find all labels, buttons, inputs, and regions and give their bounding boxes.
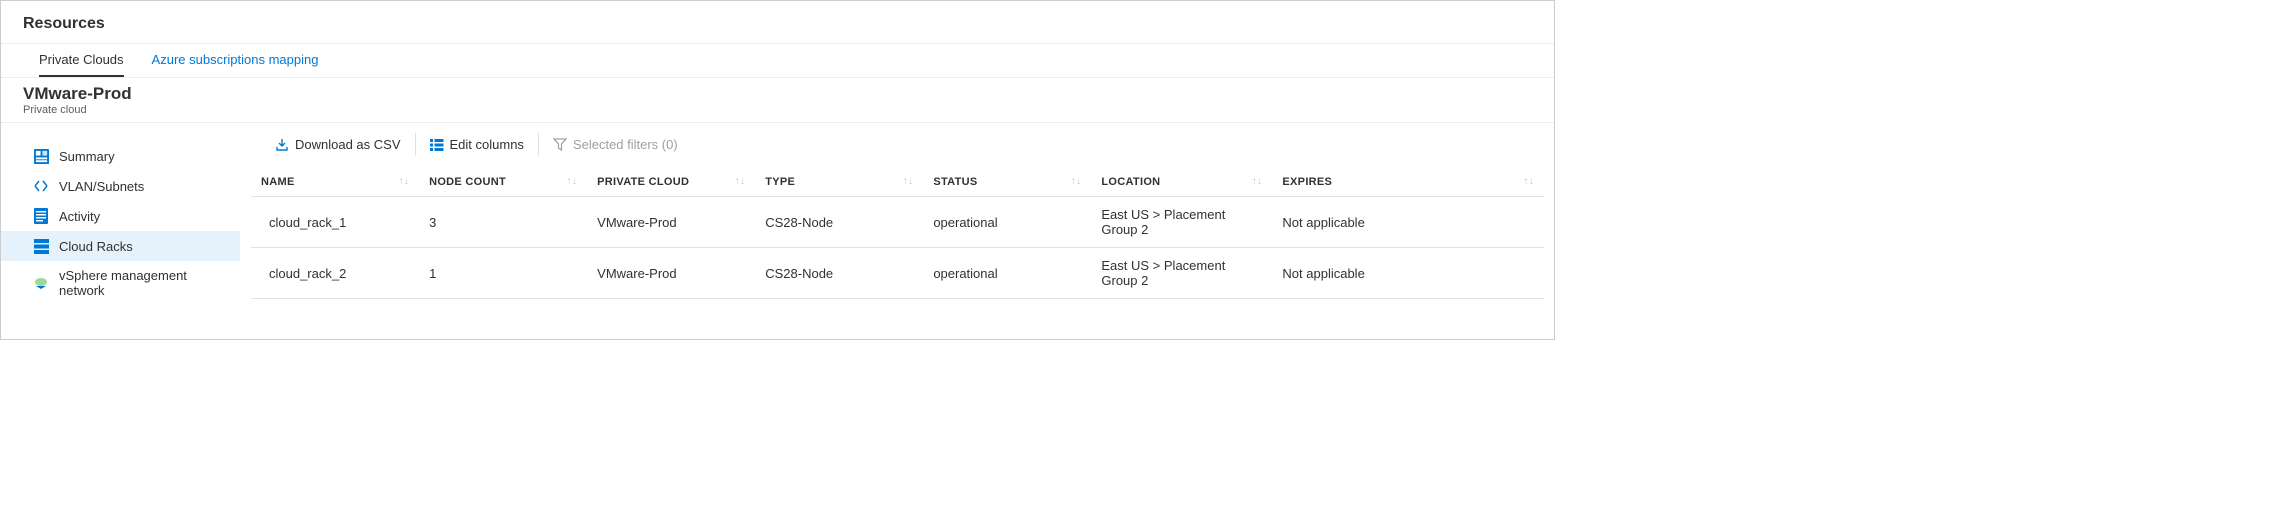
col-status[interactable]: STATUS↑↓ xyxy=(923,168,1091,197)
table-row[interactable]: cloud_rack_2 1 VMware-Prod CS28-Node ope… xyxy=(251,248,1544,299)
sort-icon: ↑↓ xyxy=(735,176,746,187)
toolbar: Download as CSV Edit columns Selected fi… xyxy=(251,123,1544,166)
sort-icon: ↑↓ xyxy=(398,176,409,187)
cell-node-count: 1 xyxy=(419,248,587,299)
vsphere-icon xyxy=(33,275,49,291)
sidebar-item-label: Cloud Racks xyxy=(59,239,133,254)
edit-columns-button[interactable]: Edit columns xyxy=(416,133,539,156)
cell-expires: Not applicable xyxy=(1272,197,1544,248)
sort-icon: ↑↓ xyxy=(1523,176,1534,187)
cell-name: cloud_rack_1 xyxy=(251,197,419,248)
download-icon xyxy=(275,138,289,152)
download-csv-label: Download as CSV xyxy=(295,137,401,152)
cell-node-count: 3 xyxy=(419,197,587,248)
main-content: Download as CSV Edit columns Selected fi… xyxy=(241,123,1554,351)
cell-location: East US > Placement Group 2 xyxy=(1091,197,1272,248)
cell-location: East US > Placement Group 2 xyxy=(1091,248,1272,299)
sort-icon: ↑↓ xyxy=(1252,176,1263,187)
cell-type: CS28-Node xyxy=(755,197,923,248)
page-header: Resources xyxy=(1,1,1554,44)
tab-private-clouds[interactable]: Private Clouds xyxy=(39,44,124,77)
sidebar-item-cloud-racks[interactable]: Cloud Racks xyxy=(1,231,240,261)
resource-name: VMware-Prod xyxy=(23,84,1532,104)
rack-icon xyxy=(33,238,49,254)
sort-icon: ↑↓ xyxy=(1071,176,1082,187)
sidebar-item-label: Summary xyxy=(59,149,115,164)
col-type[interactable]: TYPE↑↓ xyxy=(755,168,923,197)
cell-expires: Not applicable xyxy=(1272,248,1544,299)
col-location[interactable]: LOCATION↑↓ xyxy=(1091,168,1272,197)
sidebar: Summary VLAN/Subnets Activity Cloud Rack… xyxy=(1,123,241,351)
table-row[interactable]: cloud_rack_1 3 VMware-Prod CS28-Node ope… xyxy=(251,197,1544,248)
sort-icon: ↑↓ xyxy=(567,176,578,187)
cell-private-cloud: VMware-Prod xyxy=(587,248,755,299)
network-icon xyxy=(33,178,49,194)
cell-name: cloud_rack_2 xyxy=(251,248,419,299)
sidebar-item-vlan-subnets[interactable]: VLAN/Subnets xyxy=(1,171,240,201)
cell-type: CS28-Node xyxy=(755,248,923,299)
racks-table: NAME↑↓ NODE COUNT↑↓ PRIVATE CLOUD↑↓ TYPE… xyxy=(251,168,1544,299)
download-csv-button[interactable]: Download as CSV xyxy=(261,133,416,156)
col-node-count[interactable]: NODE COUNT↑↓ xyxy=(419,168,587,197)
sort-icon: ↑↓ xyxy=(903,176,914,187)
tab-azure-subscriptions-mapping[interactable]: Azure subscriptions mapping xyxy=(152,44,319,77)
filter-icon xyxy=(553,138,567,151)
selected-filters-button[interactable]: Selected filters (0) xyxy=(539,133,692,156)
sidebar-item-label: Activity xyxy=(59,209,100,224)
sidebar-item-label: VLAN/Subnets xyxy=(59,179,144,194)
col-private-cloud[interactable]: PRIVATE CLOUD↑↓ xyxy=(587,168,755,197)
resource-subtitle: Private cloud xyxy=(23,104,1532,116)
sidebar-item-activity[interactable]: Activity xyxy=(1,201,240,231)
activity-icon xyxy=(33,208,49,224)
sidebar-item-label: vSphere management network xyxy=(59,268,228,298)
columns-icon xyxy=(430,139,444,151)
col-expires[interactable]: EXPIRES↑↓ xyxy=(1272,168,1544,197)
resource-title-block: VMware-Prod Private cloud xyxy=(1,78,1554,123)
sidebar-item-summary[interactable]: Summary xyxy=(1,141,240,171)
page-title: Resources xyxy=(23,15,1532,33)
sidebar-item-vsphere-network[interactable]: vSphere management network xyxy=(1,261,240,305)
cell-status: operational xyxy=(923,197,1091,248)
selected-filters-label: Selected filters (0) xyxy=(573,137,678,152)
top-tabs: Private Clouds Azure subscriptions mappi… xyxy=(1,44,1554,78)
table-header-row: NAME↑↓ NODE COUNT↑↓ PRIVATE CLOUD↑↓ TYPE… xyxy=(251,168,1544,197)
cell-private-cloud: VMware-Prod xyxy=(587,197,755,248)
summary-icon xyxy=(33,148,49,164)
edit-columns-label: Edit columns xyxy=(450,137,524,152)
col-name[interactable]: NAME↑↓ xyxy=(251,168,419,197)
cell-status: operational xyxy=(923,248,1091,299)
